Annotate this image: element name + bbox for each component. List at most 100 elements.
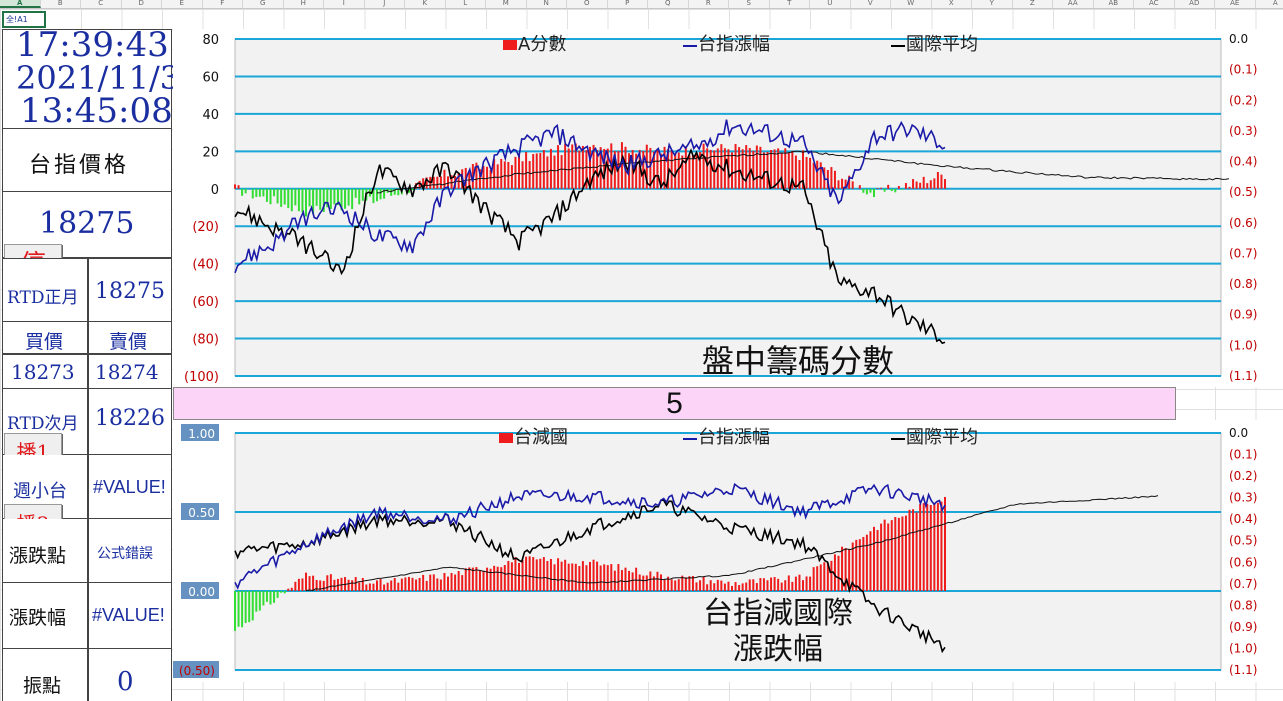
column-header-l[interactable]: L [446, 0, 486, 8]
column-header-ad[interactable]: AD [1175, 0, 1215, 8]
ask-label: 賣價 [109, 331, 148, 353]
y-tick-label-right: (0.1) [1229, 448, 1257, 462]
index-price-value: 18275 [39, 206, 135, 241]
legend-swatch-bars [503, 40, 517, 50]
column-header-f[interactable]: F [203, 0, 243, 8]
column-header-ab[interactable]: AB [1094, 0, 1134, 8]
y-tick-label-left: 20 [202, 145, 219, 160]
y-tick-label-right: (0.6) [1229, 555, 1257, 569]
amplitude-value-cell: 0 [88, 649, 172, 701]
y-tick-label-right: (1.1) [1229, 369, 1257, 383]
y-tick-label-right: (0.6) [1229, 216, 1257, 230]
spreadsheet-window: { "sheet": { "cell_ref": "全!A1", "column… [0, 0, 1283, 701]
rtd-near-value: 18275 [95, 279, 165, 304]
column-header-q[interactable]: Q [648, 0, 689, 8]
weekly-value-cell: #VALUE! [88, 455, 172, 519]
y-tick-label-right: (1.1) [1229, 663, 1257, 677]
column-header-b[interactable]: B [41, 0, 81, 8]
amplitude-label: 振點 [23, 675, 62, 697]
column-header-n[interactable]: N [527, 0, 567, 8]
value-banner: 5 [173, 387, 1176, 420]
rtd-next-value: 18226 [95, 406, 165, 431]
y-tick-label-left: 0.50 [188, 506, 215, 520]
legend-label-intl: 國際平均 [906, 34, 978, 55]
column-header[interactable]: A B C D E F G H I J K L M N O P Q R S T U V W X Y Z AA AB AC AD AE A [0, 0, 1283, 9]
column-header-t[interactable]: T [770, 0, 810, 8]
y-tick-label-right: (0.7) [1229, 246, 1257, 260]
bid-value: 18273 [11, 360, 75, 384]
y-tick-label-right: (0.5) [1229, 534, 1257, 548]
column-header-d[interactable]: D [122, 0, 162, 8]
y-tick-label-left: 60 [202, 70, 219, 85]
column-header-s[interactable]: S [729, 0, 770, 8]
change-pct-value: #VALUE! [92, 605, 165, 625]
ask-value-cell: 18274 [88, 354, 172, 389]
legend-label-index: 台指漲幅 [698, 427, 770, 448]
change-pct-label: 漲跌幅 [9, 607, 67, 629]
chart-title: 盤中籌碼分數 [702, 342, 894, 380]
rtd-near-label: RTD正月 [7, 288, 79, 308]
column-header-e[interactable]: E [162, 0, 203, 8]
plot-area [234, 432, 1222, 671]
y-tick-label-left: (80) [192, 333, 219, 348]
change-pts-value: 公式錯誤 [97, 546, 153, 562]
column-header-r[interactable]: R [689, 0, 729, 8]
ask-label-cell: 賣價 [88, 322, 172, 354]
banner-value: 5 [666, 386, 683, 420]
amplitude-value: 0 [117, 667, 134, 697]
y-tick-label-right: (0.8) [1229, 277, 1257, 291]
y-tick-label-right: (0.9) [1229, 620, 1257, 634]
y-tick-label-right: (1.0) [1229, 338, 1257, 352]
y-tick-label-right: (0.2) [1229, 93, 1257, 107]
amplitude-label-cell: 振點 [2, 649, 88, 701]
column-header-ac[interactable]: AC [1134, 0, 1175, 8]
column-header-i[interactable]: I [324, 0, 365, 8]
change-pts-value-cell: 公式錯誤 [88, 519, 172, 583]
y-tick-label-right: (0.9) [1229, 308, 1257, 322]
chart-title: 漲跌幅 [733, 632, 823, 667]
y-tick-label-left: 0.00 [188, 585, 215, 599]
legend-label-intl: 國際平均 [906, 427, 978, 448]
column-header-o[interactable]: O [567, 0, 608, 8]
column-header-c[interactable]: C [81, 0, 122, 8]
y-tick-label-left: 0 [211, 183, 219, 198]
weekly-value: #VALUE! [93, 477, 166, 497]
column-header-m[interactable]: M [486, 0, 527, 8]
plot-area [234, 38, 1222, 377]
y-tick-label-right: 0.0 [1229, 32, 1248, 46]
column-header-g[interactable]: G [243, 0, 284, 8]
column-header-k[interactable]: K [405, 0, 446, 8]
chart-title: 台指減國際 [703, 596, 853, 631]
rtd-near-value-cell: 18275 [88, 258, 172, 322]
column-header-a[interactable]: A [0, 0, 41, 8]
column-header-y[interactable]: Y [972, 0, 1013, 8]
y-tick-label-left: 1.00 [188, 427, 215, 441]
column-header-j[interactable]: J [365, 0, 405, 8]
column-header-v[interactable]: V [851, 0, 891, 8]
column-header-p[interactable]: P [608, 0, 648, 8]
data-time: 13:45:08 [20, 91, 173, 131]
legend-label-bars: 台減國 [514, 427, 568, 448]
column-header-w[interactable]: W [891, 0, 932, 8]
index-price-label: 台指價格 [29, 153, 130, 178]
index-minus-intl-chart-svg: 1.00 0.50 0.00 (0.50) 0.0 (0.1) (0.2) (0.3) (0.4… [165, 424, 1257, 678]
column-header-u[interactable]: U [810, 0, 851, 8]
column-header-aa[interactable]: AA [1053, 0, 1094, 8]
chip-score-chart-svg: 80 60 40 20 0 (20) (40) (60) (80) (100) 0.0 (0.1) (0… [184, 32, 1257, 385]
column-header-a[interactable]: A [1256, 0, 1283, 8]
change-pct-label-cell: 漲跌幅 [2, 583, 88, 649]
y-tick-label-right: (0.2) [1229, 469, 1257, 483]
y-tick-label-right: (0.8) [1229, 598, 1257, 612]
index-minus-intl-chart[interactable]: 1.00 0.50 0.00 (0.50) 0.0 (0.1) (0.2) (0.3) (0.4… [165, 420, 1283, 682]
ask-value: 18274 [95, 360, 159, 384]
y-tick-label-right: (0.3) [1229, 491, 1257, 505]
column-header-ae[interactable]: AE [1215, 0, 1256, 8]
y-tick-label-right: (0.3) [1229, 124, 1257, 138]
column-header-x[interactable]: X [932, 0, 972, 8]
y-tick-label-left: 40 [202, 108, 219, 123]
column-header-h[interactable]: H [284, 0, 324, 8]
column-header-z[interactable]: Z [1013, 0, 1053, 8]
change-pts-label-cell: 漲跌點 [2, 519, 88, 583]
y-tick-label-right: 0.0 [1229, 426, 1248, 440]
chip-score-chart[interactable]: 80 60 40 20 0 (20) (40) (60) (80) (100) 0.0 (0.1) (0… [173, 29, 1283, 387]
